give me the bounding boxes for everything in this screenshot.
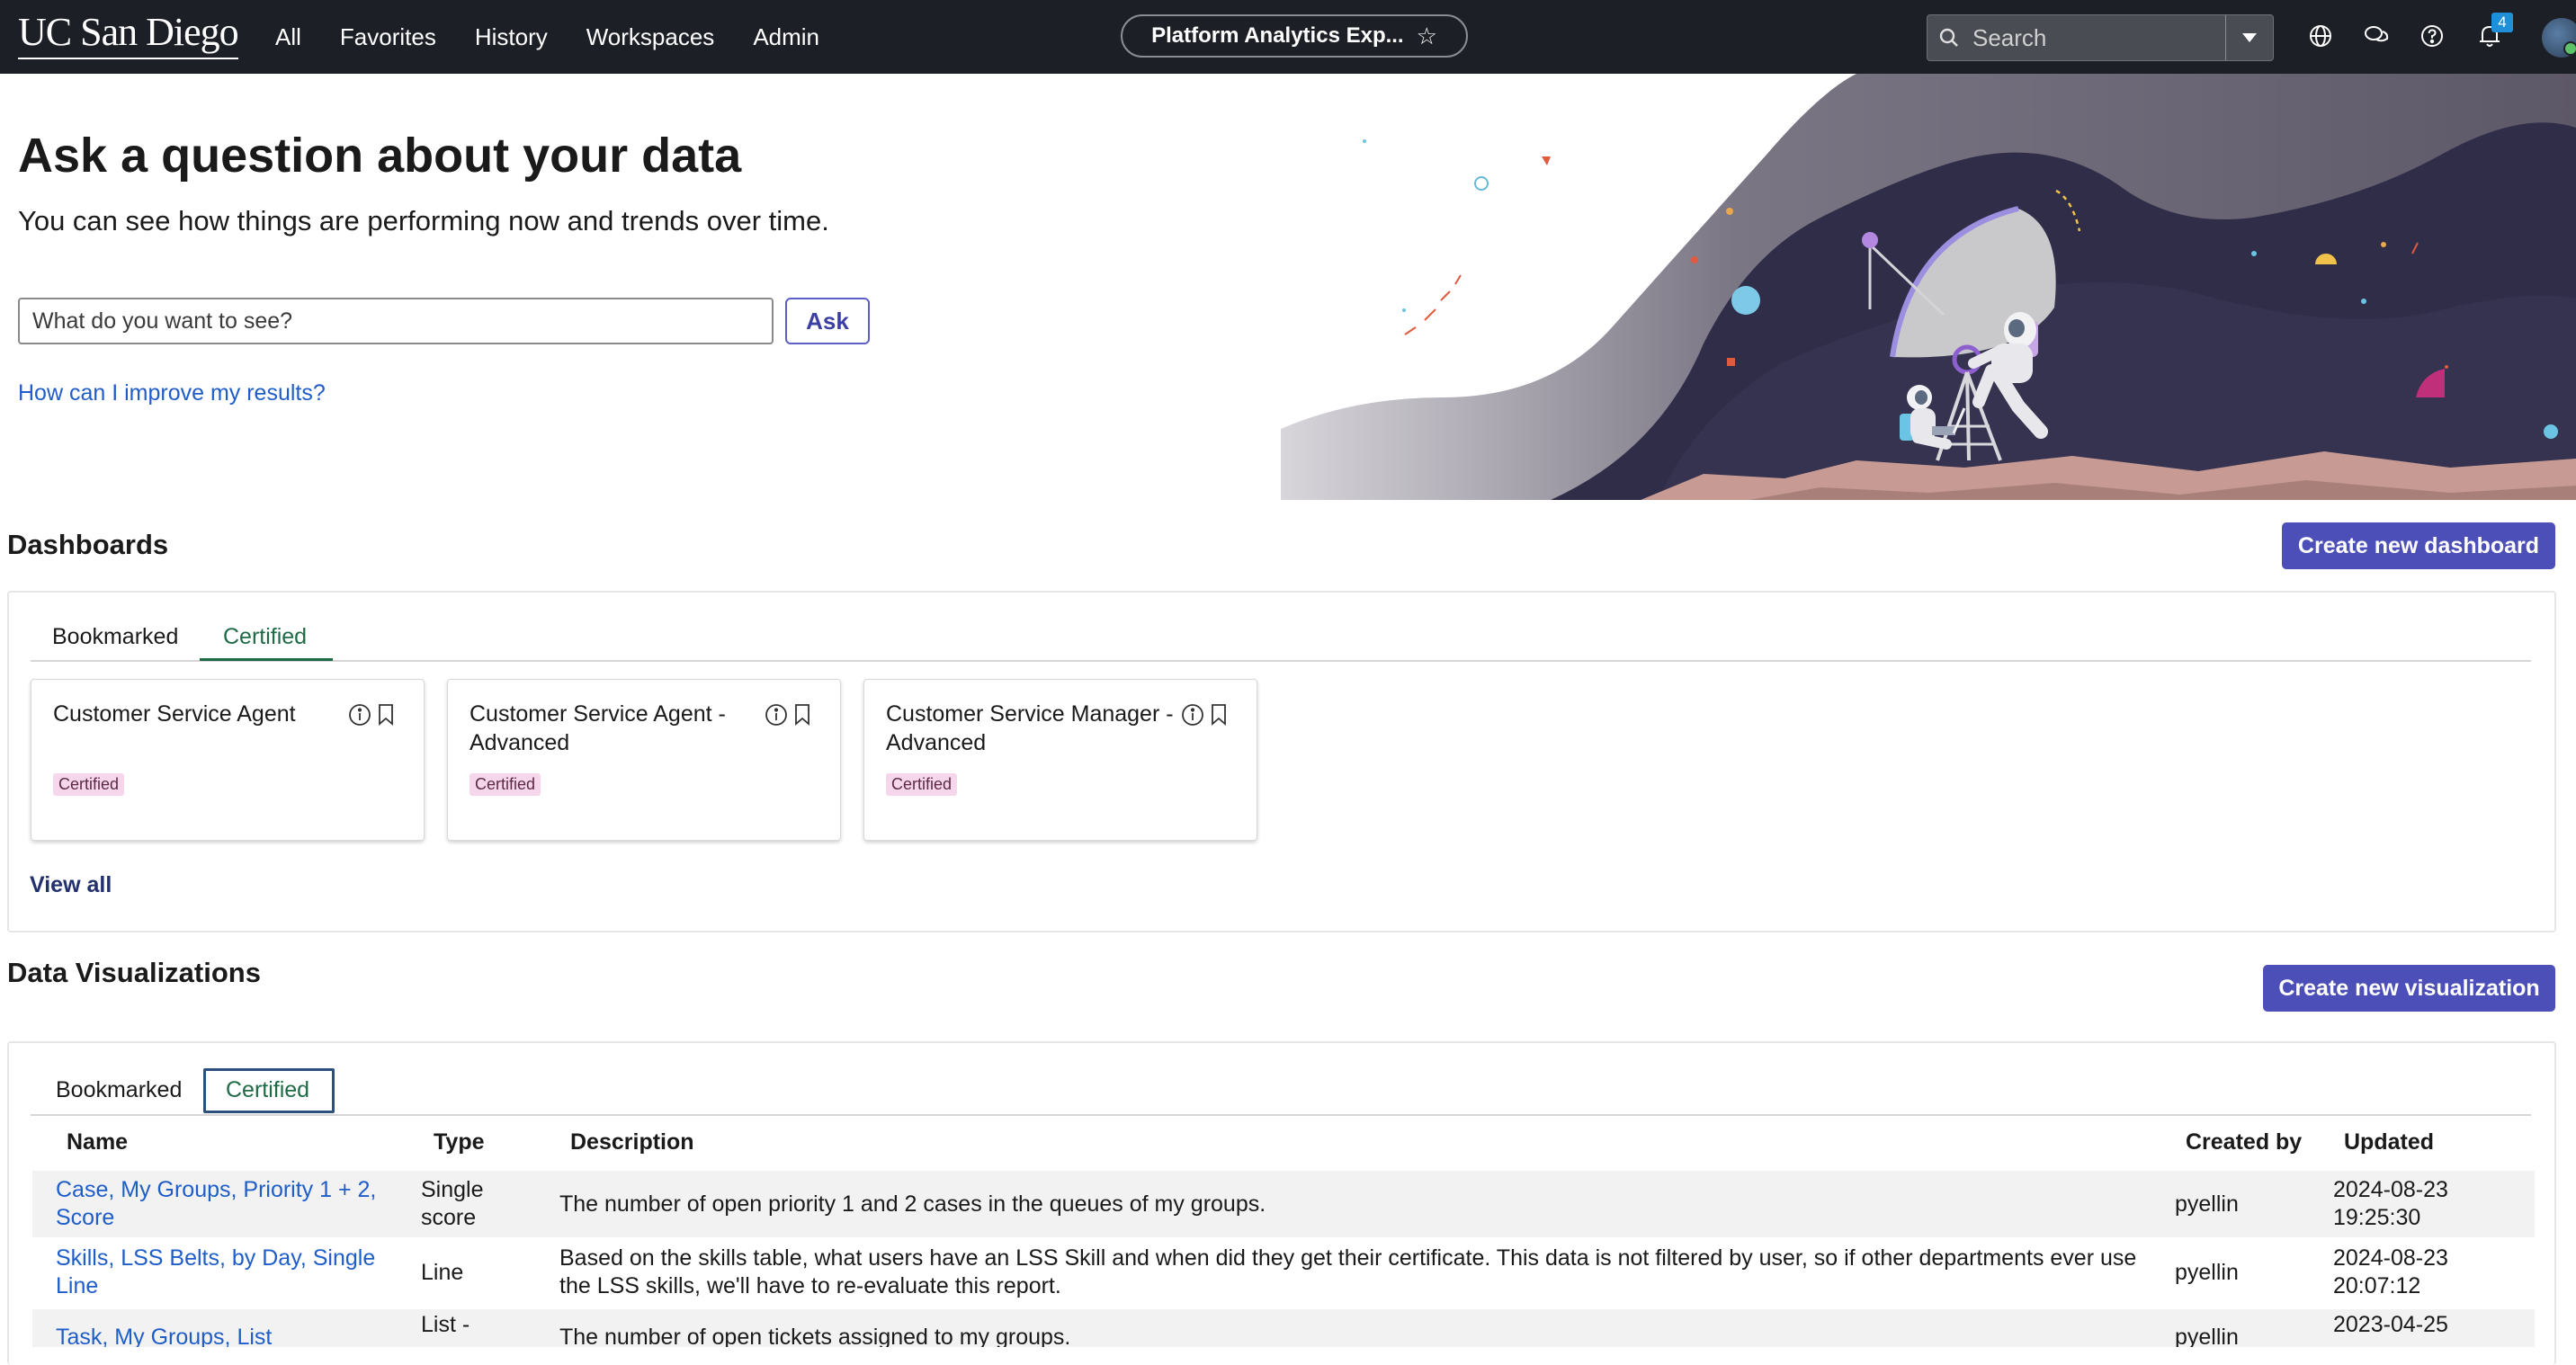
dashboard-card[interactable]: Customer Service Agent Certified <box>31 679 425 841</box>
visualization-created-by: pyellin <box>2175 1191 2239 1217</box>
nav-link-favorites[interactable]: Favorites <box>340 23 436 51</box>
nav-links: All Favorites History Workspaces Admin <box>275 0 858 74</box>
visualization-type: List - <box>421 1312 470 1337</box>
ask-button[interactable]: Ask <box>785 298 870 344</box>
nav-link-history[interactable]: History <box>475 23 548 51</box>
presence-status-icon <box>2563 41 2576 56</box>
dashboard-card-title: Customer Service Agent - Advanced <box>470 701 726 755</box>
visualization-description: The number of open priority 1 and 2 case… <box>559 1191 1266 1217</box>
uc-san-diego-logo[interactable]: UC San Diego <box>18 11 239 59</box>
improve-results-link[interactable]: How can I improve my results? <box>18 380 326 406</box>
nav-link-workspaces[interactable]: Workspaces <box>586 23 715 51</box>
visualization-name-link[interactable]: Case, My Groups, Priority 1 + 2, Score <box>56 1176 407 1232</box>
column-header-description[interactable]: Description <box>570 1129 694 1155</box>
search-scope-dropdown-icon[interactable] <box>2225 15 2273 60</box>
info-icon[interactable] <box>348 703 371 731</box>
visualization-created-by: pyellin <box>2175 1325 2239 1347</box>
dashboard-card[interactable]: Customer Service Agent - Advanced Certif… <box>447 679 841 841</box>
tab-visualizations-certified[interactable]: Certified <box>226 1077 309 1103</box>
workspace-pill-label: Platform Analytics Exp... <box>1151 23 1404 48</box>
bookmark-icon[interactable] <box>377 703 395 731</box>
chat-icon[interactable] <box>2362 22 2391 50</box>
star-icon[interactable]: ☆ <box>1417 22 1437 50</box>
page-subtitle: You can see how things are performing no… <box>18 205 829 236</box>
certified-badge: Certified <box>886 773 958 796</box>
bookmark-icon[interactable] <box>793 703 811 731</box>
bookmark-icon[interactable] <box>1210 703 1228 731</box>
table-row: Case, My Groups, Priority 1 + 2, Score S… <box>32 1171 2535 1237</box>
search-icon <box>1928 27 1971 49</box>
visualization-name-link[interactable]: Task, My Groups, List <box>56 1324 407 1347</box>
tab-dashboards-bookmarked[interactable]: Bookmarked <box>52 624 178 650</box>
visualization-description: Based on the skills table, what users ha… <box>559 1245 2137 1298</box>
nav-link-all[interactable]: All <box>275 23 301 51</box>
dashboards-active-tab-indicator <box>200 658 333 661</box>
create-visualization-button[interactable]: Create new visualization <box>2263 965 2555 1012</box>
visualization-created-by: pyellin <box>2175 1260 2239 1285</box>
space-illustration <box>1281 74 2576 500</box>
ask-question-input[interactable] <box>18 298 774 344</box>
column-header-created-by[interactable]: Created by <box>2186 1129 2302 1155</box>
help-icon[interactable] <box>2418 22 2446 50</box>
visualization-updated: 2024-08-23 20:07:12 <box>2333 1245 2448 1298</box>
visualization-updated: 2023-04-25 <box>2333 1312 2448 1337</box>
workspace-pill[interactable]: Platform Analytics Exp... ☆ <box>1121 14 1468 58</box>
user-avatar[interactable] <box>2542 18 2576 58</box>
create-dashboard-button[interactable]: Create new dashboard <box>2282 522 2555 569</box>
notification-count-badge: 4 <box>2491 13 2513 32</box>
dashboards-title: Dashboards <box>7 529 169 560</box>
dashboard-card-title: Customer Service Manager - Advanced <box>886 701 1174 755</box>
visualization-type: Line <box>421 1260 464 1285</box>
info-icon[interactable] <box>1181 703 1204 731</box>
info-icon[interactable] <box>765 703 788 731</box>
column-header-name[interactable]: Name <box>67 1129 128 1155</box>
visualization-updated: 2024-08-23 19:25:30 <box>2333 1177 2448 1230</box>
certified-badge: Certified <box>470 773 541 796</box>
tab-visualizations-bookmarked[interactable]: Bookmarked <box>56 1077 182 1103</box>
column-header-updated[interactable]: Updated <box>2344 1129 2434 1155</box>
search-input[interactable] <box>1971 22 2217 53</box>
column-header-type[interactable]: Type <box>434 1129 485 1155</box>
nav-link-admin[interactable]: Admin <box>753 23 819 51</box>
visualization-name-link[interactable]: Skills, LSS Belts, by Day, Single Line <box>56 1245 407 1300</box>
data-visualizations-title: Data Visualizations <box>7 957 261 988</box>
table-row: Skills, LSS Belts, by Day, Single Line L… <box>32 1239 2535 1307</box>
dashboard-card[interactable]: Customer Service Manager - Advanced Cert… <box>863 679 1257 841</box>
dashboard-card-title: Customer Service Agent <box>53 701 296 727</box>
top-navigation-bar: UC San Diego All Favorites History Works… <box>0 0 2576 74</box>
table-row: Task, My Groups, List List - The number … <box>32 1309 2535 1347</box>
visualization-description: The number of open tickets assigned to m… <box>559 1325 1071 1347</box>
global-search <box>1927 14 2274 61</box>
globe-icon[interactable] <box>2306 22 2335 50</box>
certified-badge: Certified <box>53 773 125 796</box>
visualizations-tab-divider <box>31 1114 2531 1116</box>
visualization-type: Single score <box>421 1177 484 1230</box>
dashboards-tab-divider <box>31 660 2531 662</box>
page-title: Ask a question about your data <box>18 129 742 183</box>
tab-dashboards-certified[interactable]: Certified <box>223 624 307 650</box>
view-all-dashboards-link[interactable]: View all <box>30 872 112 898</box>
